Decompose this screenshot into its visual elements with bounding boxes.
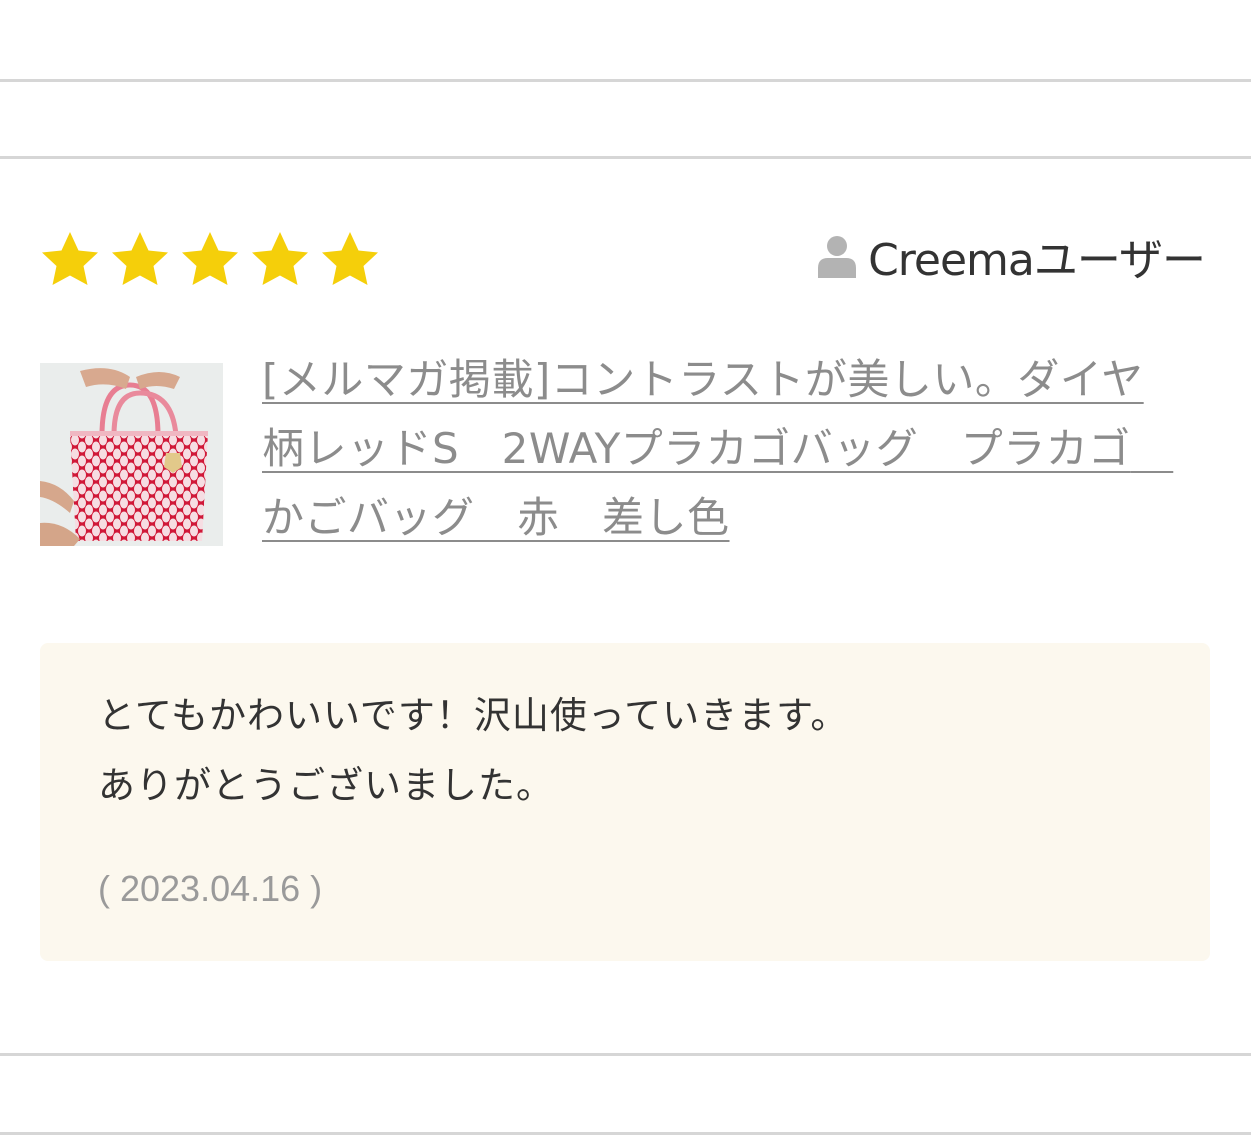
star-icon [252, 232, 308, 285]
user-icon [818, 236, 857, 278]
review-body: とてもかわいいです！沢山使っていきます。 ありがとうございました。 [98, 694, 849, 807]
reviewer-name: Creemaユーザー [868, 235, 1206, 286]
star-icon [112, 232, 168, 285]
star-icon [182, 232, 238, 285]
star-icon [42, 232, 98, 285]
bottom-divider [0, 1053, 1251, 1056]
top-divider [0, 79, 1251, 82]
footer-divider [0, 1132, 1251, 1135]
star-icon [322, 232, 378, 285]
product-thumbnail[interactable] [40, 363, 223, 546]
rating-stars [38, 228, 382, 288]
review-box: とてもかわいいです！沢山使っていきます。 ありがとうございました。 ( 2023… [40, 643, 1210, 961]
red-basket-bag-photo [40, 363, 223, 546]
review-date: ( 2023.04.16 ) [98, 868, 323, 909]
header-divider [0, 156, 1251, 159]
product-title-link[interactable]: [メルマガ掲載]コントラストが美しい。ダイヤ柄レッドS 2WAYプラカゴバッグ … [262, 345, 1182, 552]
reviewer: Creemaユーザー [818, 224, 1206, 288]
